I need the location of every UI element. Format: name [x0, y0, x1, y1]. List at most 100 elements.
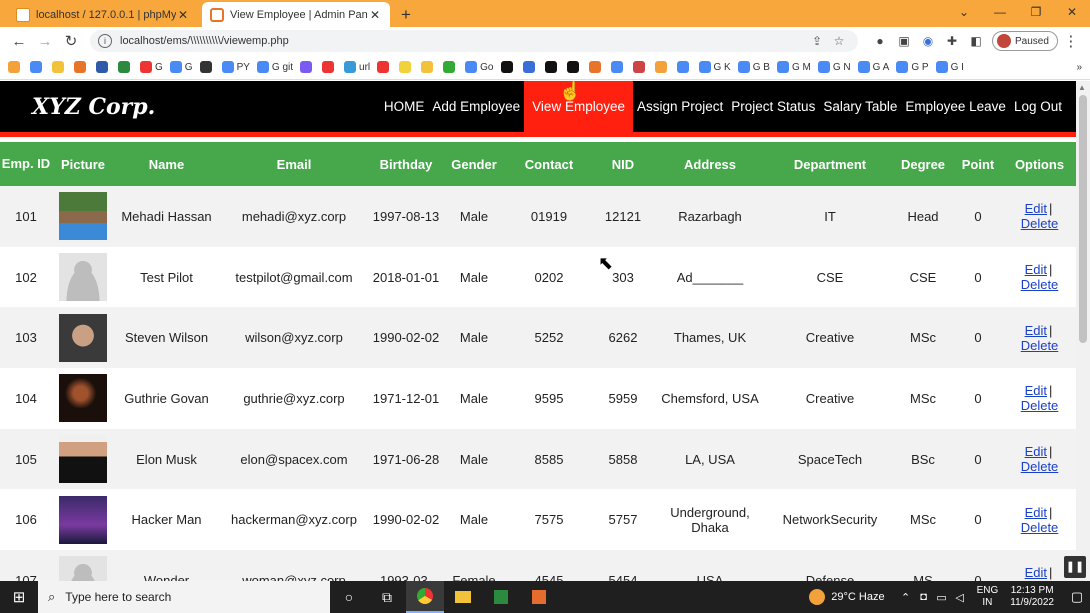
edit-link[interactable]: Edit	[1025, 383, 1047, 398]
tab-view-employee[interactable]: View Employee | Admin Panel | X ✕	[202, 2, 390, 27]
delete-link[interactable]: Delete	[1021, 520, 1059, 535]
profile-button[interactable]: Paused	[992, 31, 1058, 51]
bookmark-item[interactable]	[522, 61, 538, 73]
weather-widget[interactable]: 29°C Haze	[809, 589, 885, 605]
tab-phpmyadmin[interactable]: localhost / 127.0.0.1 | phpMyAdn ✕	[8, 2, 198, 27]
restore-icon[interactable]: ❐	[1018, 5, 1054, 19]
bookmark-item[interactable]: G B	[737, 61, 770, 73]
bookmark-item[interactable]: PY	[221, 61, 250, 73]
reload-icon[interactable]: ↻	[58, 32, 84, 50]
notifications-icon[interactable]: ▢	[1064, 589, 1090, 605]
bookmark-item[interactable]	[544, 61, 560, 73]
bookmark-item[interactable]: G P	[896, 61, 929, 73]
extension-circle-icon[interactable]: ◉	[916, 34, 940, 48]
back-icon[interactable]: ←	[6, 33, 32, 50]
bookmark-item[interactable]: G A	[857, 61, 889, 73]
file-explorer-icon[interactable]	[444, 581, 482, 613]
delete-link[interactable]: Delete	[1021, 216, 1059, 231]
show-hidden-icons-icon[interactable]: ⌃	[897, 591, 915, 604]
nav-assign-project[interactable]: Assign Project	[633, 81, 727, 132]
bookmark-item[interactable]: url	[344, 61, 370, 73]
bookmark-item[interactable]	[30, 61, 45, 73]
delete-link[interactable]: Delete	[1021, 338, 1059, 353]
bookmark-item[interactable]	[118, 61, 133, 73]
edit-link[interactable]: Edit	[1025, 323, 1047, 338]
bookmark-item[interactable]	[199, 61, 215, 73]
tab-search-icon[interactable]: ⌄	[946, 5, 982, 19]
bookmark-item[interactable]: G	[169, 61, 193, 73]
network-icon[interactable]: ▭	[933, 591, 951, 604]
bookmark-item[interactable]	[377, 61, 392, 73]
new-tab-button[interactable]: +	[394, 5, 418, 25]
bookmark-item[interactable]	[500, 61, 516, 73]
bookmark-item[interactable]	[421, 61, 436, 73]
extension-image-icon[interactable]: ▣	[892, 34, 916, 48]
cortana-icon[interactable]: ○	[330, 581, 368, 613]
edit-link[interactable]: Edit	[1025, 565, 1047, 580]
side-panel-icon[interactable]: ◧	[964, 34, 988, 48]
bookmark-item[interactable]	[654, 61, 670, 73]
bookmark-item[interactable]	[588, 61, 604, 73]
edit-link[interactable]: Edit	[1025, 201, 1047, 216]
language-indicator[interactable]: ENG IN	[977, 585, 999, 609]
windows-start-icon[interactable]: ⊞	[0, 588, 38, 606]
taskbar-search[interactable]: ⌕ Type here to search	[38, 581, 330, 613]
bookmark-item[interactable]	[676, 61, 692, 73]
nav-add-employee[interactable]: Add Employee	[428, 81, 524, 132]
excel-app-icon[interactable]	[482, 581, 520, 613]
delete-link[interactable]: Delete	[1021, 459, 1059, 474]
nav-salary-table[interactable]: Salary Table	[819, 81, 901, 132]
close-tab-icon[interactable]: ✕	[368, 8, 382, 22]
bookmark-item[interactable]: G M	[776, 61, 811, 73]
camera-icon[interactable]: ◘	[915, 591, 933, 603]
nav-home[interactable]: HOME	[380, 81, 429, 132]
close-window-icon[interactable]: ✕	[1054, 5, 1090, 19]
bookmark-item[interactable]	[399, 61, 414, 73]
bookmark-item[interactable]	[443, 61, 458, 73]
delete-link[interactable]: Delete	[1021, 398, 1059, 413]
bookmark-item[interactable]	[8, 61, 23, 73]
bookmark-item[interactable]	[52, 61, 67, 73]
more-bookmarks-icon[interactable]: »	[1076, 62, 1082, 73]
bookmark-item[interactable]: Go	[465, 61, 494, 73]
bookmark-item[interactable]	[322, 61, 337, 73]
chrome-icon[interactable]	[406, 581, 444, 613]
share-icon[interactable]: ⇪	[806, 34, 828, 48]
clock[interactable]: 12:13 PM 11/9/2022	[1010, 585, 1054, 609]
bookmark-item[interactable]: G	[140, 61, 163, 73]
page-scrollbar[interactable]: ▲ ▼	[1076, 81, 1090, 581]
close-tab-icon[interactable]: ✕	[176, 8, 190, 22]
extensions-puzzle-icon[interactable]: ✚	[940, 34, 964, 48]
volume-icon[interactable]: ◁	[951, 591, 969, 604]
site-info-icon[interactable]: i	[98, 34, 112, 48]
extension-panda-icon[interactable]: ●	[868, 34, 892, 48]
edit-link[interactable]: Edit	[1025, 262, 1047, 277]
bookmark-item[interactable]	[566, 61, 582, 73]
scrollbar-thumb[interactable]	[1079, 95, 1087, 343]
bookmark-item[interactable]: G git	[256, 61, 293, 73]
nav-employee-leave[interactable]: Employee Leave	[901, 81, 1010, 132]
bookmark-item[interactable]	[632, 61, 648, 73]
sublime-text-icon[interactable]	[520, 581, 558, 613]
address-bar[interactable]: i localhost/ems/\\\\\\\\\\/viewemp.php ⇪…	[90, 30, 858, 52]
bookmark-item[interactable]	[610, 61, 626, 73]
bookmark-item[interactable]	[96, 61, 111, 73]
nav-project-status[interactable]: Project Status	[727, 81, 819, 132]
bookmark-item[interactable]: G I	[935, 61, 964, 73]
bookmark-item[interactable]	[74, 61, 89, 73]
bookmark-item[interactable]: G N	[817, 61, 851, 73]
scroll-up-icon[interactable]: ▲	[1078, 83, 1086, 92]
bookmark-item[interactable]: G K	[698, 61, 731, 73]
site-logo[interactable]: XYZ Corp.	[32, 94, 322, 120]
delete-link[interactable]: Delete	[1021, 277, 1059, 292]
forward-icon[interactable]: →	[32, 33, 58, 50]
bookmark-star-icon[interactable]: ☆	[828, 34, 850, 48]
pause-recording-icon[interactable]: ❚❚	[1064, 556, 1086, 578]
edit-link[interactable]: Edit	[1025, 505, 1047, 520]
edit-link[interactable]: Edit	[1025, 444, 1047, 459]
bookmark-item[interactable]	[300, 61, 315, 73]
nav-log-out[interactable]: Log Out	[1010, 81, 1066, 132]
menu-kebab-icon[interactable]: ⋮	[1058, 32, 1084, 50]
task-view-icon[interactable]: ⧉	[368, 581, 406, 613]
url-text[interactable]: localhost/ems/\\\\\\\\\\/viewemp.php	[120, 35, 806, 47]
